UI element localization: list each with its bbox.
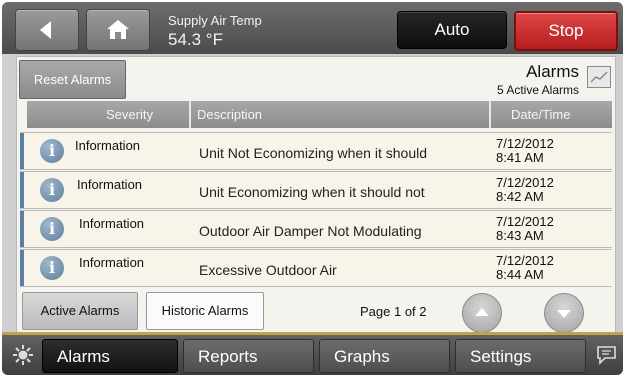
alarm-row[interactable]: i Information Outdoor Air Damper Not Mod… xyxy=(20,210,612,248)
alarm-date: 7/12/2012 xyxy=(496,214,554,229)
column-divider xyxy=(489,101,491,128)
alarm-description: Excessive Outdoor Air xyxy=(199,262,337,278)
chat-icon[interactable] xyxy=(595,344,619,366)
alarm-datetime: 7/12/2012 8:44 AM xyxy=(496,254,554,282)
column-severity[interactable]: Severity xyxy=(106,101,153,128)
bottom-nav: Alarms Reports Graphs Settings xyxy=(2,335,623,375)
alarm-date: 7/12/2012 xyxy=(496,253,554,268)
sun-gear-icon[interactable] xyxy=(12,344,34,366)
alarm-date: 7/12/2012 xyxy=(496,136,554,151)
page-up-button[interactable] xyxy=(462,293,502,333)
page-indicator: Page 1 of 2 xyxy=(360,304,427,319)
alarm-datetime: 7/12/2012 8:43 AM xyxy=(496,215,554,243)
alarm-time: 8:43 AM xyxy=(496,228,544,243)
sensor-value: 54.3 °F xyxy=(168,30,223,49)
column-divider xyxy=(189,101,191,128)
page-title: Alarms xyxy=(526,62,579,81)
reset-alarms-button[interactable]: Reset Alarms xyxy=(19,60,126,99)
alarm-description: Outdoor Air Damper Not Modulating xyxy=(199,223,422,239)
back-arrow-icon xyxy=(40,21,51,39)
auto-button[interactable]: Auto xyxy=(397,11,507,49)
home-icon xyxy=(107,20,129,39)
alarm-severity: Information xyxy=(79,216,145,231)
stop-button[interactable]: Stop xyxy=(514,11,618,51)
row-accent xyxy=(20,133,24,169)
info-icon: i xyxy=(40,256,64,280)
tab-historic-alarms[interactable]: Historic Alarms xyxy=(146,292,264,330)
alarm-severity: Information xyxy=(79,255,145,270)
nav-alarms[interactable]: Alarms xyxy=(42,339,178,373)
info-icon: i xyxy=(40,178,64,202)
alarm-severity: Information xyxy=(77,177,143,192)
alarm-row[interactable]: i Information Unit Not Economizing when … xyxy=(20,132,612,170)
sensor-label: Supply Air Temp xyxy=(168,13,262,28)
alarm-row[interactable]: i Information Excessive Outdoor Air 7/12… xyxy=(20,249,612,287)
chevron-down-icon xyxy=(557,310,571,318)
active-alarm-count: 5 Active Alarms xyxy=(496,83,579,97)
alarm-date: 7/12/2012 xyxy=(496,175,554,190)
alarm-datetime: 7/12/2012 8:41 AM xyxy=(496,137,554,165)
info-icon: i xyxy=(40,217,64,241)
tab-active-alarms[interactable]: Active Alarms xyxy=(22,292,138,330)
alarm-time: 8:41 AM xyxy=(496,150,544,165)
row-accent xyxy=(20,250,24,286)
controller-screen: Supply Air Temp 54.3 °F Auto Stop Reset … xyxy=(2,2,623,375)
column-description[interactable]: Description xyxy=(197,101,262,128)
alarm-severity: Information xyxy=(75,138,141,153)
alarm-time: 8:44 AM xyxy=(496,267,544,282)
page-down-button[interactable] xyxy=(544,293,584,333)
alarm-description: Unit Economizing when it should not xyxy=(199,184,425,200)
row-accent xyxy=(20,172,24,208)
alarm-datetime: 7/12/2012 8:42 AM xyxy=(496,176,554,204)
chevron-up-icon xyxy=(475,308,489,316)
nav-reports[interactable]: Reports xyxy=(183,339,314,373)
alarms-panel: Reset Alarms Alarms 5 Active Alarms Seve… xyxy=(16,56,616,335)
home-button[interactable] xyxy=(86,9,150,51)
top-bar: Supply Air Temp 54.3 °F Auto Stop xyxy=(2,2,623,54)
column-datetime[interactable]: Date/Time xyxy=(511,101,570,128)
back-button[interactable] xyxy=(15,9,79,51)
alarm-description: Unit Not Economizing when it should xyxy=(199,145,428,161)
info-icon: i xyxy=(40,139,64,163)
trend-chart-icon xyxy=(590,71,608,83)
table-header: Severity Description Date/Time xyxy=(27,101,612,128)
trend-chart-button[interactable] xyxy=(587,66,611,88)
nav-settings[interactable]: Settings xyxy=(455,339,586,373)
nav-graphs[interactable]: Graphs xyxy=(319,339,450,373)
row-accent xyxy=(20,211,24,247)
alarm-time: 8:42 AM xyxy=(496,189,544,204)
alarm-row[interactable]: i Information Unit Economizing when it s… xyxy=(20,171,612,209)
